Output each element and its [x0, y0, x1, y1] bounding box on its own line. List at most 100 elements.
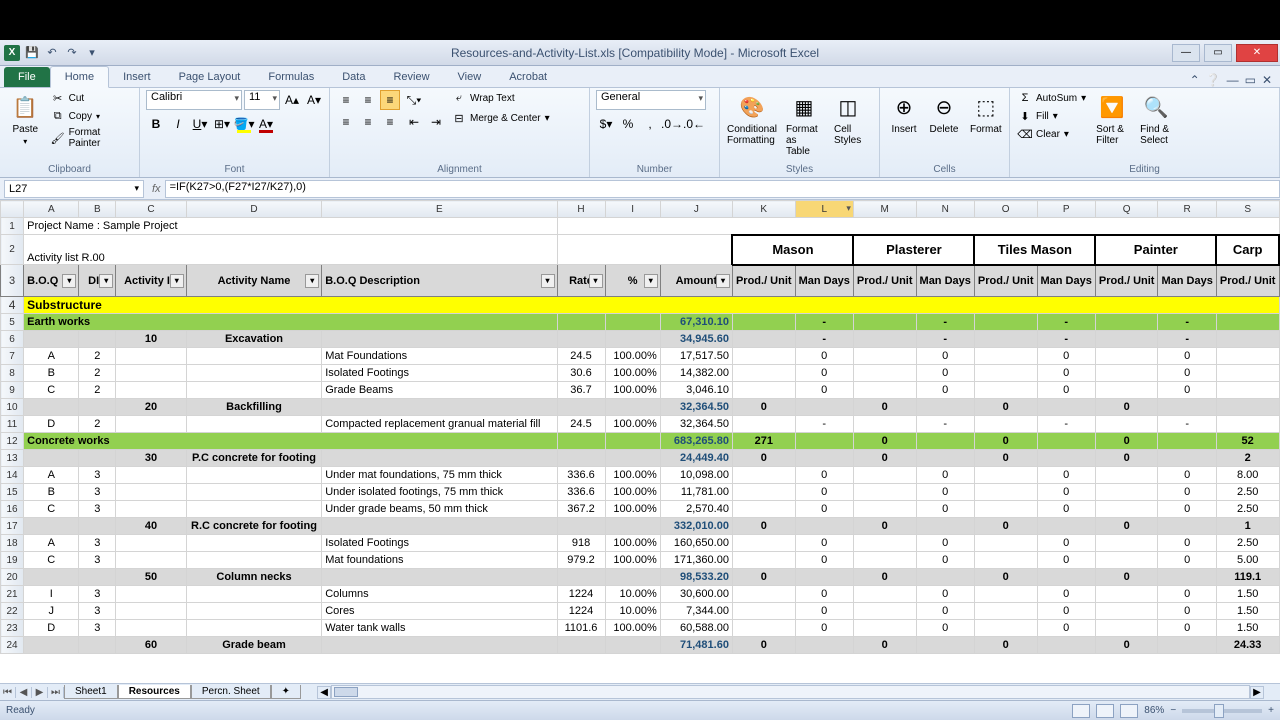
- currency-icon[interactable]: $▾: [596, 114, 616, 134]
- cell[interactable]: 3: [79, 467, 116, 484]
- italic-button[interactable]: I: [168, 114, 188, 134]
- cell[interactable]: 36.7: [557, 382, 605, 399]
- cell[interactable]: 60,588.00: [660, 620, 732, 637]
- sheet-tab[interactable]: Resources: [118, 685, 191, 699]
- maximize-button[interactable]: ▭: [1204, 44, 1232, 62]
- cell[interactable]: B: [24, 484, 79, 501]
- cell[interactable]: 30: [116, 450, 187, 467]
- page-layout-view-icon[interactable]: [1096, 704, 1114, 718]
- formula-input[interactable]: =IF(K27>0,(F27*I27/K27),0): [165, 180, 1280, 198]
- cell[interactable]: Grade beam: [186, 637, 321, 654]
- cell[interactable]: 336.6: [557, 484, 605, 501]
- cell[interactable]: 3: [79, 535, 116, 552]
- cell[interactable]: P.C concrete for footing: [186, 450, 321, 467]
- cell[interactable]: 3: [79, 620, 116, 637]
- row-header[interactable]: 7: [1, 348, 24, 365]
- header-cell[interactable]: %: [605, 265, 660, 297]
- file-tab[interactable]: File: [4, 67, 50, 87]
- cell[interactable]: 1224: [557, 586, 605, 603]
- row-header[interactable]: 20: [1, 569, 24, 586]
- paste-button[interactable]: 📋Paste▾: [6, 90, 45, 148]
- cell[interactable]: Grade Beams: [322, 382, 557, 399]
- row-header[interactable]: 14: [1, 467, 24, 484]
- cell[interactable]: 7,344.00: [660, 603, 732, 620]
- cell[interactable]: [557, 218, 1279, 235]
- cell[interactable]: Mat foundations: [322, 552, 557, 569]
- select-all[interactable]: [1, 201, 24, 218]
- row-header[interactable]: 5: [1, 314, 24, 331]
- header-cell[interactable]: Man Days: [916, 265, 974, 297]
- new-sheet-button[interactable]: ✦: [271, 685, 301, 699]
- cell[interactable]: 100.00%: [605, 382, 660, 399]
- cell[interactable]: D: [24, 416, 79, 433]
- cell[interactable]: 10: [116, 331, 187, 348]
- tab-review[interactable]: Review: [379, 67, 443, 87]
- cell[interactable]: Carp: [1216, 235, 1279, 265]
- hscroll[interactable]: ◀ ▶: [317, 685, 1264, 699]
- cond-format-button[interactable]: 🎨Conditional Formatting: [726, 90, 778, 148]
- qat-dropdown-icon[interactable]: ▾: [84, 45, 100, 61]
- col-header[interactable]: L: [795, 201, 853, 218]
- cell[interactable]: 100.00%: [605, 484, 660, 501]
- cell[interactable]: Concrete works: [24, 433, 557, 450]
- cell[interactable]: 30.6: [557, 365, 605, 382]
- cell[interactable]: 332,010.00: [660, 518, 732, 535]
- tab-insert[interactable]: Insert: [109, 67, 165, 87]
- autosum-button[interactable]: ΣAutoSum ▾: [1016, 90, 1088, 106]
- col-header[interactable]: I: [605, 201, 660, 218]
- tab-home[interactable]: Home: [50, 66, 109, 88]
- cell[interactable]: 34,945.60: [660, 331, 732, 348]
- cell[interactable]: Backfilling: [186, 399, 321, 416]
- row-header[interactable]: 1: [1, 218, 24, 235]
- zoom-level[interactable]: 86%: [1144, 705, 1164, 716]
- cell[interactable]: 2: [79, 416, 116, 433]
- col-header[interactable]: B: [79, 201, 116, 218]
- cell[interactable]: Under isolated footings, 75 mm thick: [322, 484, 557, 501]
- cell[interactable]: 11,781.00: [660, 484, 732, 501]
- cell[interactable]: I: [24, 586, 79, 603]
- format-painter-button[interactable]: 🖌Format Painter: [49, 126, 133, 150]
- cell[interactable]: 60: [116, 637, 187, 654]
- increase-indent-icon[interactable]: ⇥: [426, 112, 446, 132]
- col-header[interactable]: S: [1216, 201, 1279, 218]
- cell[interactable]: 20: [116, 399, 187, 416]
- cell[interactable]: Water tank walls: [322, 620, 557, 637]
- cell[interactable]: 40: [116, 518, 187, 535]
- page-break-view-icon[interactable]: [1120, 704, 1138, 718]
- fill-color-button[interactable]: 🪣▾: [234, 114, 254, 134]
- cell[interactable]: 71,481.60: [660, 637, 732, 654]
- sort-filter-button[interactable]: 🔽Sort & Filter: [1092, 90, 1132, 148]
- number-format-select[interactable]: General: [596, 90, 706, 110]
- cell[interactable]: Columns: [322, 586, 557, 603]
- row-header[interactable]: 22: [1, 603, 24, 620]
- cell[interactable]: 10.00%: [605, 603, 660, 620]
- cell[interactable]: 1101.6: [557, 620, 605, 637]
- tab-formulas[interactable]: Formulas: [254, 67, 328, 87]
- col-header[interactable]: E: [322, 201, 557, 218]
- tab-view[interactable]: View: [444, 67, 496, 87]
- ribbon-minimize-icon[interactable]: ⌃: [1190, 73, 1200, 87]
- row-header[interactable]: 24: [1, 637, 24, 654]
- header-cell[interactable]: Man Days: [795, 265, 853, 297]
- row-header[interactable]: 10: [1, 399, 24, 416]
- tab-last-icon[interactable]: ⏭: [48, 687, 64, 698]
- row-header[interactable]: 12: [1, 433, 24, 450]
- header-cell[interactable]: Man Days: [1158, 265, 1216, 297]
- col-header[interactable]: P: [1037, 201, 1095, 218]
- header-cell[interactable]: Activity ID: [116, 265, 187, 297]
- col-header[interactable]: C: [116, 201, 187, 218]
- fill-button[interactable]: ⬇Fill ▾: [1016, 108, 1088, 124]
- cell[interactable]: 24.5: [557, 348, 605, 365]
- cell[interactable]: Project Name : Sample Project: [24, 218, 557, 235]
- row-header[interactable]: 2: [1, 235, 24, 265]
- align-left-icon[interactable]: ≡: [336, 112, 356, 132]
- orientation-icon[interactable]: ⤡▾: [404, 90, 424, 110]
- align-top-icon[interactable]: ≡: [336, 90, 356, 110]
- cell[interactable]: 2: [79, 348, 116, 365]
- cell[interactable]: Cores: [322, 603, 557, 620]
- cell[interactable]: 3: [79, 603, 116, 620]
- header-cell[interactable]: Prod./ Unit: [853, 265, 916, 297]
- zoom-slider[interactable]: [1182, 709, 1262, 713]
- cell[interactable]: 67,310.10: [660, 314, 732, 331]
- font-size-select[interactable]: 11: [244, 90, 280, 110]
